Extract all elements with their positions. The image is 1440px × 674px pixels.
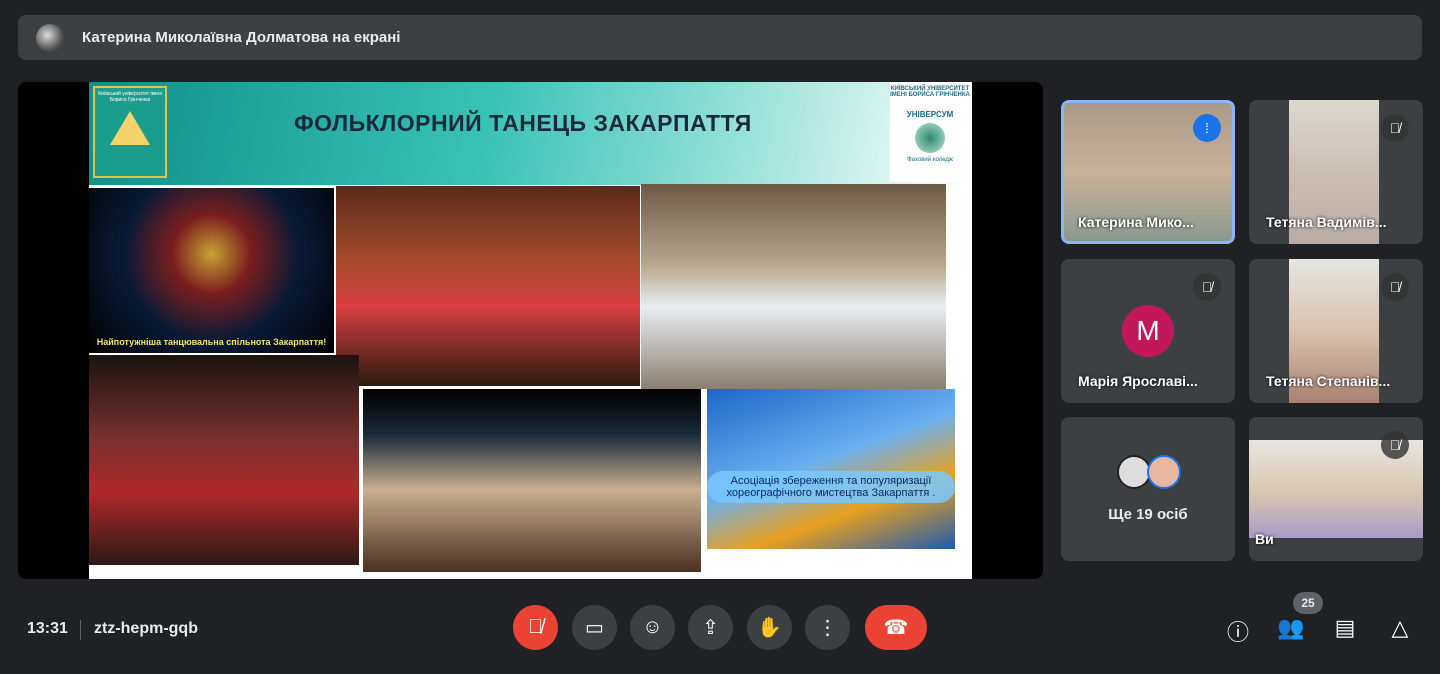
banner-text: Катерина Миколаївна Долматова на екрані: [82, 29, 401, 46]
leave-call-button[interactable]: ☎: [865, 605, 927, 650]
participant-count-badge: 25: [1293, 592, 1323, 614]
logo-left-text: Київський університет імені Бориса Грінч…: [98, 91, 162, 103]
meeting-code: ztz-hepm-gqb: [94, 620, 198, 637]
mic-off-icon: 🎙̸: [1193, 273, 1221, 301]
info-icon[interactable]: ⓘ: [1224, 615, 1252, 647]
participant-name: Ви: [1255, 531, 1274, 547]
participant-tile[interactable]: 🎙̸ Тетяна Вадимів...: [1249, 100, 1423, 244]
presentation-stage[interactable]: Київський університет імені Бориса Грінч…: [18, 82, 1043, 579]
slide-title: ФОЛЬКЛОРНИЙ ТАНЕЦЬ ЗАКАРПАТТЯ: [294, 110, 752, 136]
participant-name: Тетяна Степанів...: [1266, 373, 1391, 389]
chat-icon[interactable]: ▤: [1331, 615, 1359, 641]
university-logo: Київський університет імені Бориса Грінч…: [93, 86, 167, 178]
universum-logo: КИЇВСЬКИЙ УНІВЕРСИТЕТ ІМЕНІ БОРИСА ГРІНЧ…: [890, 82, 970, 182]
raise-hand-button[interactable]: ✋: [747, 605, 792, 650]
photo-dancers-stage: [336, 186, 640, 386]
photo-ensemble-line: [89, 355, 359, 565]
avatar: [1147, 455, 1181, 489]
mic-off-icon: 🎙̸: [1381, 273, 1409, 301]
camera-button[interactable]: ▭: [572, 605, 617, 650]
photo-ensemble-stage: [363, 389, 701, 572]
mic-off-button[interactable]: 🎙̸: [513, 605, 558, 650]
more-participants-tile[interactable]: Ще 19 осіб: [1061, 417, 1235, 561]
participant-tile[interactable]: ⁞ Катерина Мико...: [1061, 100, 1235, 244]
more-participants-label: Ще 19 осіб: [1108, 506, 1188, 523]
present-button[interactable]: ⇪: [688, 605, 733, 650]
photo-dancers-outdoor: [641, 184, 946, 389]
slide: Київський університет імені Бориса Грінч…: [89, 82, 972, 579]
divider: [80, 620, 81, 640]
caption-association: Асоціація збереження та популяризації хо…: [707, 471, 955, 503]
participant-name: Марія Ярославі...: [1078, 373, 1198, 389]
avatar: M: [1122, 305, 1174, 357]
avatar: [1117, 455, 1151, 489]
self-tile[interactable]: 🎙̸ Ви: [1249, 417, 1423, 561]
logo-right-sub: Фаховий коледж: [907, 157, 953, 163]
logo-right-top: КИЇВСЬКИЙ УНІВЕРСИТЕТ ІМЕНІ БОРИСА ГРІНЧ…: [890, 86, 970, 98]
caption-community: Найпотужніша танцювальна спільнота Закар…: [96, 337, 327, 347]
mic-off-icon: 🎙̸: [1381, 431, 1409, 459]
emoji-button[interactable]: ☺: [630, 605, 675, 650]
logo-right-name: УНІВЕРСУМ: [906, 110, 954, 119]
participant-name: Тетяна Вадимів...: [1266, 214, 1387, 230]
presenter-avatar: [36, 23, 64, 52]
meeting-time: 13:31: [27, 620, 68, 637]
mic-off-icon: 🎙̸: [1381, 114, 1409, 142]
participant-tile[interactable]: 🎙̸ M Марія Ярославі...: [1061, 259, 1235, 403]
more-options-button[interactable]: ⋮: [805, 605, 850, 650]
participant-name: Катерина Мико...: [1078, 214, 1194, 230]
presentation-banner: Катерина Миколаївна Долматова на екрані: [18, 15, 1422, 60]
speaking-indicator-icon: ⁞: [1193, 114, 1221, 142]
activities-icon[interactable]: △: [1386, 615, 1414, 641]
photo-association: Асоціація збереження та популяризації хо…: [707, 389, 955, 549]
control-bar: 13:31 ztz-hepm-gqb 🎙̸ ▭ ☺ ⇪ ✋ ⋮ ☎ ⓘ 25 👥…: [0, 590, 1440, 674]
slide-header: Київський університет імені Бориса Грінч…: [89, 82, 972, 185]
participant-tile[interactable]: 🎙̸ Тетяна Степанів...: [1249, 259, 1423, 403]
photo-crest: Найпотужніша танцювальна спільнота Закар…: [89, 188, 334, 353]
people-icon[interactable]: 👥: [1277, 615, 1305, 641]
